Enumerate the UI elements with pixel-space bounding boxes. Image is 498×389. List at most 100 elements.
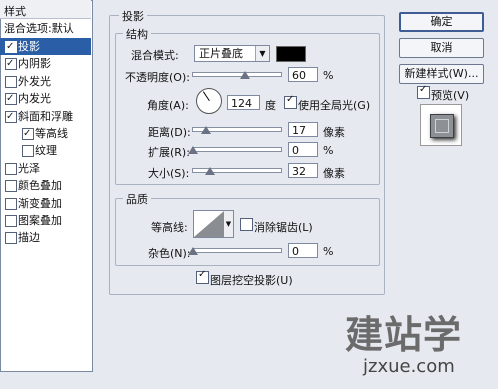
style-item-label: 描边	[18, 231, 40, 245]
style-item-checkbox[interactable]	[5, 215, 17, 227]
blend-options-label: 混合选项:默认	[4, 22, 74, 35]
noise-input[interactable]: 0	[288, 243, 318, 258]
anti-alias-checkbox[interactable]	[240, 218, 253, 231]
style-item-checkbox[interactable]	[22, 125, 34, 142]
noise-slider[interactable]	[192, 248, 282, 253]
style-item-checkbox[interactable]	[5, 180, 17, 193]
ok-button[interactable]: 确定	[399, 12, 484, 32]
style-item-checkbox[interactable]	[22, 145, 34, 158]
spread-unit: %	[323, 144, 334, 157]
anti-alias-label: 消除锯齿(L)	[254, 221, 313, 234]
knockout-checkbox[interactable]	[196, 269, 209, 284]
style-item[interactable]: 斜面和浮雕	[0, 108, 91, 125]
new-style-button[interactable]: 新建样式(W)...	[399, 64, 484, 84]
contour-curve-icon	[194, 211, 224, 237]
style-item[interactable]: 内阴影	[0, 55, 91, 72]
distance-label: 距离(D):	[148, 126, 191, 139]
preview-swatch	[430, 114, 454, 138]
style-item[interactable]: 等高线	[0, 125, 91, 142]
noise-unit: %	[323, 245, 334, 258]
noise-slider-thumb[interactable]	[188, 247, 198, 255]
opacity-slider-thumb[interactable]	[239, 71, 250, 79]
blend-mode-value: 正片叠底	[199, 47, 243, 60]
style-item-checkbox[interactable]	[5, 38, 17, 55]
style-item-checkbox[interactable]	[5, 108, 17, 125]
style-item[interactable]: 光泽	[0, 160, 91, 177]
opacity-input[interactable]: 60	[288, 67, 318, 82]
style-item-checkbox[interactable]	[5, 55, 17, 72]
style-item-label: 等高线	[35, 127, 68, 140]
opacity-slider[interactable]	[192, 72, 282, 77]
size-input[interactable]: 32	[288, 163, 318, 178]
watermark-logo: 建站学 jzxue.com	[345, 304, 485, 384]
angle-input[interactable]: 124	[227, 95, 260, 110]
spread-slider-thumb[interactable]	[188, 146, 198, 154]
style-item-label: 内阴影	[18, 57, 51, 71]
contour-dropdown-arrow[interactable]: ▼	[224, 210, 234, 238]
cancel-button[interactable]: 取消	[399, 38, 484, 58]
noise-value: 0	[292, 245, 299, 258]
style-item-label: 纹理	[35, 144, 57, 158]
blend-options-item[interactable]: 混合选项:默认	[0, 20, 91, 37]
watermark-cn: 建站学	[345, 313, 463, 357]
knockout-label: 图层挖空投影(U)	[210, 274, 293, 287]
style-item[interactable]: 渐变叠加	[0, 195, 91, 212]
style-item-label: 外发光	[18, 74, 51, 88]
style-item-checkbox[interactable]	[5, 90, 17, 107]
opacity-value: 60	[292, 69, 306, 82]
style-item[interactable]: 颜色叠加	[0, 177, 91, 194]
contour-label: 等高线:	[151, 221, 188, 234]
spread-slider[interactable]	[192, 147, 282, 152]
angle-value: 124	[231, 97, 252, 110]
distance-input[interactable]: 17	[288, 122, 318, 137]
style-item-label: 图案叠加	[18, 214, 62, 227]
opacity-unit: %	[323, 69, 334, 82]
style-item-checkbox[interactable]	[5, 162, 17, 175]
style-preview-thumbnail	[420, 104, 462, 146]
angle-dial[interactable]	[196, 88, 222, 114]
distance-value: 17	[292, 124, 306, 137]
angle-label: 角度(A):	[147, 99, 189, 112]
preview-label: 预览(V)	[431, 89, 470, 102]
blend-mode-label: 混合模式:	[131, 49, 179, 62]
distance-slider-thumb[interactable]	[201, 126, 211, 134]
contour-picker[interactable]	[193, 210, 225, 238]
chevron-down-icon: ▼	[255, 46, 269, 61]
style-item-label: 渐变叠加	[18, 196, 62, 210]
style-item-label: 光泽	[18, 161, 40, 175]
size-slider-thumb[interactable]	[205, 167, 215, 175]
style-item-label: 斜面和浮雕	[18, 109, 73, 123]
spread-value: 0	[292, 144, 299, 157]
preview-checkbox[interactable]	[417, 84, 430, 99]
drop-shadow-title: 投影	[119, 8, 147, 24]
size-unit: 像素	[323, 167, 345, 180]
quality-title: 品质	[123, 191, 151, 207]
size-value: 32	[292, 165, 306, 178]
noise-label: 杂色(N):	[148, 247, 191, 260]
style-item[interactable]: 投影	[0, 38, 91, 55]
style-item-label: 颜色叠加	[18, 179, 62, 193]
global-light-label: 使用全局光(G)	[298, 99, 371, 112]
opacity-label: 不透明度(O):	[125, 71, 190, 84]
style-item-checkbox[interactable]	[5, 197, 17, 210]
watermark-en: jzxue.com	[363, 356, 455, 377]
shadow-color-swatch[interactable]	[276, 46, 306, 62]
spread-label: 扩展(R):	[148, 146, 190, 159]
spread-input[interactable]: 0	[288, 142, 318, 157]
style-item[interactable]: 图案叠加	[0, 212, 91, 229]
style-item[interactable]: 描边	[0, 229, 91, 246]
style-item[interactable]: 纹理	[0, 142, 91, 159]
style-item-label: 投影	[18, 40, 40, 53]
style-item-label: 内发光	[18, 92, 51, 106]
distance-unit: 像素	[323, 126, 345, 139]
style-item-checkbox[interactable]	[5, 232, 17, 245]
structure-title: 结构	[123, 26, 151, 42]
style-item[interactable]: 外发光	[0, 73, 91, 90]
global-light-checkbox[interactable]	[284, 94, 297, 109]
style-item-checkbox[interactable]	[5, 75, 17, 88]
blend-mode-select[interactable]: 正片叠底 ▼	[194, 45, 270, 62]
angle-unit: 度	[265, 99, 276, 112]
style-item[interactable]: 内发光	[0, 90, 91, 107]
angle-dial-hand	[202, 91, 210, 101]
styles-header[interactable]: 样式	[0, 0, 91, 19]
